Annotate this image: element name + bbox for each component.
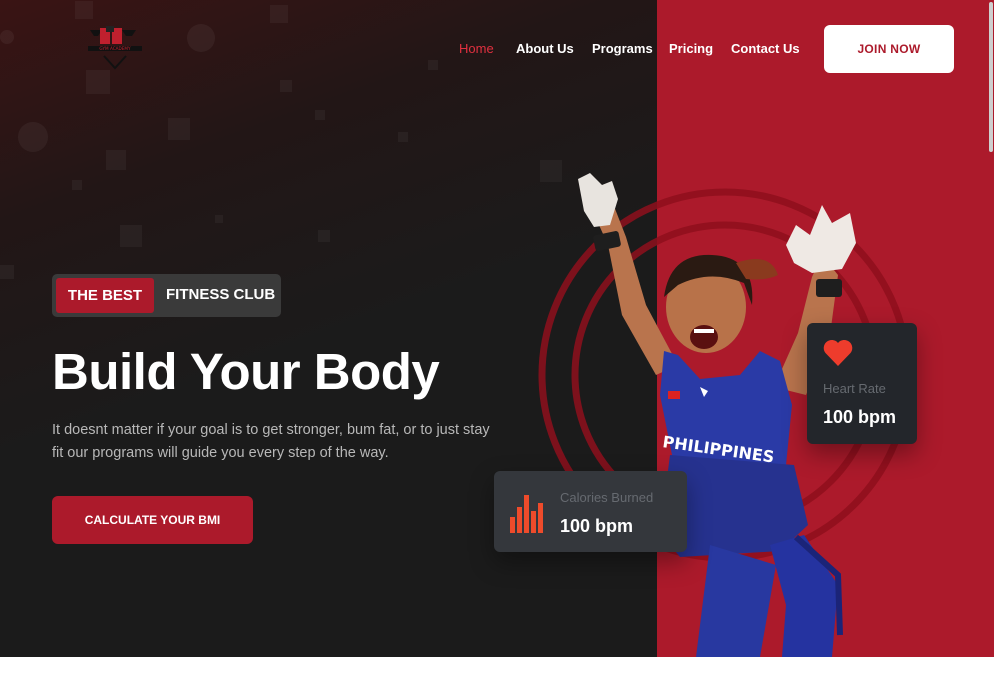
badge-text: FITNESS CLUB (166, 286, 276, 303)
decor-square (398, 132, 408, 142)
decor-square (318, 230, 330, 242)
page-scrollbar[interactable] (988, 0, 994, 657)
decor-square (0, 265, 14, 279)
heart-rate-value: 100 bpm (823, 407, 897, 427)
scrollbar-thumb[interactable] (989, 2, 993, 152)
decor-square (106, 150, 126, 170)
decor-square (270, 5, 288, 23)
decor-square (120, 225, 142, 247)
bar-chart-icon (510, 495, 543, 533)
decor-square (315, 110, 325, 120)
heart-icon (823, 339, 853, 366)
decor-square (75, 1, 93, 19)
heart-rate-label: Heart Rate (823, 381, 886, 396)
decor-square (72, 180, 82, 190)
calories-label: Calories Burned (560, 490, 654, 505)
decor-circle (18, 122, 48, 152)
decor-circle (187, 24, 215, 52)
nav-item-about-us[interactable]: About Us (516, 41, 574, 56)
nav-item-pricing[interactable]: Pricing (669, 41, 713, 56)
calories-burned-card: Calories Burned 100 bpm (494, 471, 687, 552)
decor-square (428, 60, 438, 70)
join-now-button[interactable]: JOIN NOW (824, 25, 954, 73)
decor-square (280, 80, 292, 92)
nav-item-home[interactable]: Home (459, 41, 494, 56)
hero-headline: Build Your Body (52, 343, 440, 400)
decor-square (215, 215, 223, 223)
calculate-bmi-button[interactable]: CALCULATE YOUR BMI (52, 496, 253, 544)
hero-section: GYM ACADEMY Home About Us Programs Prici… (0, 0, 994, 657)
hero-badge: THE BEST FITNESS CLUB (52, 274, 281, 317)
nav-item-contact-us[interactable]: Contact Us (731, 41, 800, 56)
decor-square (168, 118, 190, 140)
badge-highlight: THE BEST (56, 278, 154, 313)
calories-value: 100 bpm (560, 516, 634, 536)
hero-description: It doesnt matter if your goal is to get … (52, 422, 490, 461)
decor-square (540, 160, 562, 182)
next-section (0, 657, 994, 690)
decor-circle (0, 30, 14, 44)
heart-rate-card: Heart Rate 100 bpm (807, 323, 917, 444)
gym-logo-icon[interactable]: GYM ACADEMY (84, 24, 146, 72)
svg-text:GYM ACADEMY: GYM ACADEMY (99, 46, 131, 51)
nav-item-programs[interactable]: Programs (592, 41, 653, 56)
decor-square (86, 70, 110, 94)
